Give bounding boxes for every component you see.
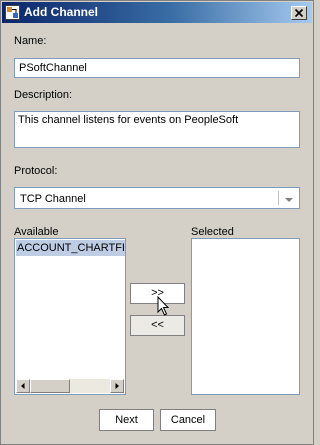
selected-list[interactable] xyxy=(191,238,300,395)
available-list[interactable]: ACCOUNT_CHARTFIELD xyxy=(14,238,126,395)
title-bar[interactable]: Add Channel xyxy=(2,2,312,23)
dialog-title: Add Channel xyxy=(24,5,98,19)
add-channel-dialog: Add Channel Name: PSoftChannel Descripti… xyxy=(0,0,314,445)
name-input[interactable]: PSoftChannel xyxy=(14,58,300,78)
list-item[interactable]: ACCOUNT_CHARTFIELD xyxy=(16,240,125,256)
arrow-right-icon xyxy=(115,383,119,389)
cancel-button[interactable]: Cancel xyxy=(160,409,216,431)
remove-button[interactable]: << xyxy=(130,315,185,336)
description-label: Description: xyxy=(14,89,73,101)
next-button[interactable]: Next xyxy=(99,409,154,431)
chevron-down-icon[interactable] xyxy=(285,198,293,202)
scroll-thumb[interactable] xyxy=(30,379,70,393)
scroll-left-button[interactable] xyxy=(16,379,30,393)
close-button[interactable] xyxy=(291,6,307,20)
mouse-pointer-icon xyxy=(157,296,170,316)
protocol-value: TCP Channel xyxy=(20,193,86,205)
protocol-select[interactable]: TCP Channel xyxy=(14,187,300,209)
horizontal-scrollbar[interactable] xyxy=(16,379,124,393)
combo-separator xyxy=(278,191,279,205)
description-input[interactable]: This channel listens for events on Peopl… xyxy=(14,111,300,148)
name-label: Name: xyxy=(14,35,47,47)
protocol-label: Protocol: xyxy=(14,165,58,177)
close-icon xyxy=(294,8,304,18)
scroll-right-button[interactable] xyxy=(110,379,124,393)
add-channel-icon xyxy=(5,5,20,20)
arrow-left-icon xyxy=(21,383,25,389)
